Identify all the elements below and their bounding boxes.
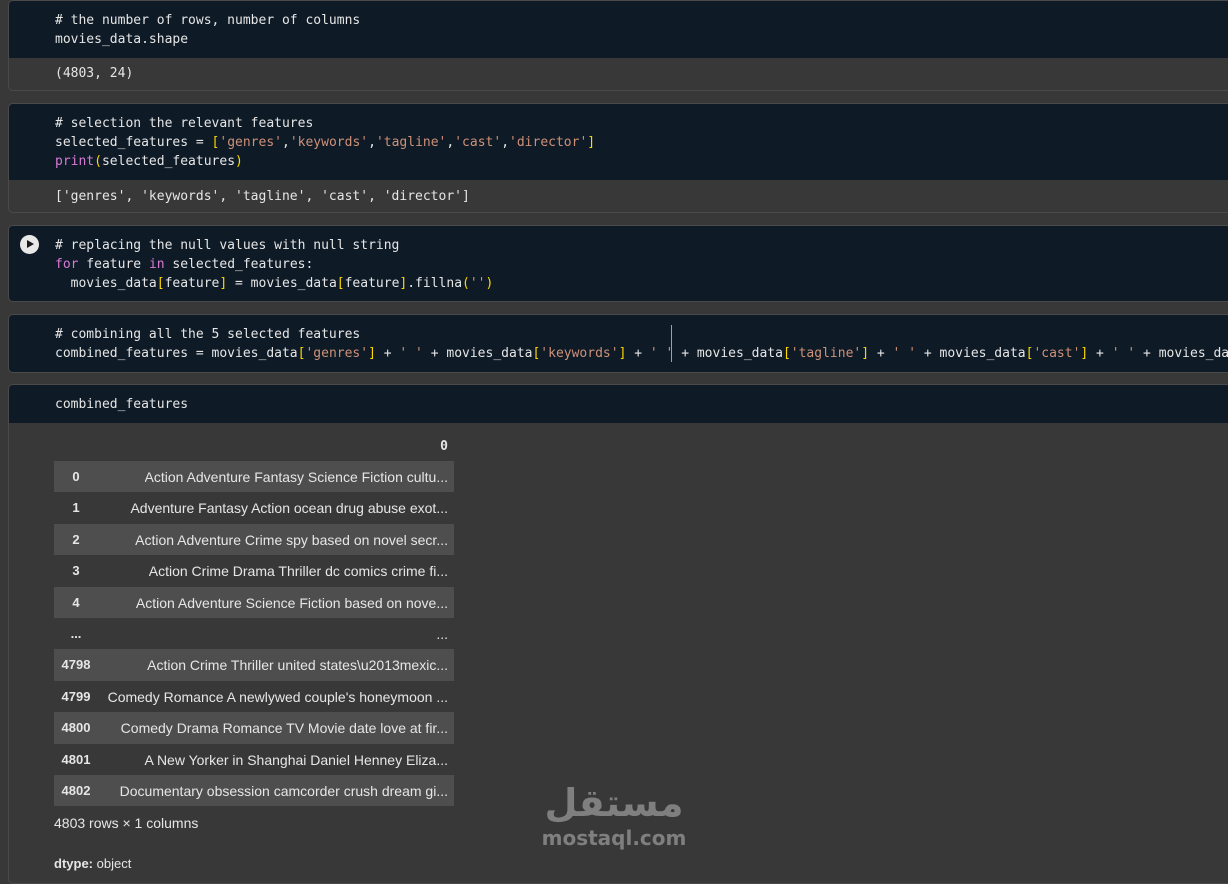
code-token: combined_features = movies_data <box>55 346 298 361</box>
row-value: Comedy Romance A newlywed couple's honey… <box>107 688 448 705</box>
table-row: 2 Action Adventure Crime spy based on nov… <box>54 523 454 556</box>
code-editor-1[interactable]: # the number of rows, number of columns … <box>9 1 1228 58</box>
row-value: Action Adventure Science Fiction based o… <box>135 594 448 611</box>
text-cursor <box>671 325 672 362</box>
table-header: 0 <box>54 430 454 461</box>
code-cell-4[interactable]: # combining all the 5 selected features … <box>8 314 1228 373</box>
code-token: feature <box>78 257 149 272</box>
code-line: movies_data.shape <box>55 32 189 47</box>
row-value: Action Crime Drama Thriller dc comics cr… <box>148 563 448 580</box>
code-editor-5[interactable]: combined_features <box>9 385 1228 423</box>
code-line-assign: selected_features = ['genres','keywords'… <box>55 135 596 150</box>
table-row: 3 Action Crime Drama Thriller dc comics c… <box>54 555 454 586</box>
code-line-for: for feature in selected_features: <box>55 255 313 274</box>
row-value: Action Adventure Fantasy Science Fiction… <box>144 469 449 485</box>
row-index: ... <box>70 625 82 641</box>
row-value: Action Adventure Crime spy based on nove… <box>135 531 448 548</box>
code-line-combine: combined_features = movies_data['genres'… <box>55 344 1228 363</box>
table-row: 4801 A New Yorker in Shanghai Daniel Henn… <box>54 744 454 775</box>
mostaql-watermark: مستقل mostaql.com <box>538 780 690 852</box>
code-string: 'director' <box>509 135 588 150</box>
code-comment: # the number of rows, number of columns <box>55 13 361 28</box>
code-cell-2[interactable]: # selection the relevant features select… <box>8 103 1228 213</box>
code-cell-1[interactable]: # the number of rows, number of columns … <box>8 0 1228 91</box>
code-string: ' ' <box>1111 346 1136 361</box>
code-token: selected_features <box>101 154 236 169</box>
code-string: 'tagline' <box>375 135 447 150</box>
code-token: movies_data <box>446 346 533 361</box>
code-string: 'genres' <box>305 346 369 361</box>
code-token: movies_data <box>939 346 1026 361</box>
table-row: 4802 Documentary obsession camcorder crus… <box>54 774 454 807</box>
dataframe-table: 0 0 Action Adventure Fantasy Science Fict… <box>54 430 454 807</box>
code-string: 'cast' <box>454 135 502 150</box>
code-token: movies_data <box>55 276 157 291</box>
row-index: 4798 <box>61 657 91 673</box>
row-value: Comedy Drama Romance TV Movie date love … <box>120 720 448 737</box>
code-token: feature <box>344 276 400 291</box>
cell-output: ['genres', 'keywords', 'tagline', 'cast'… <box>55 189 470 204</box>
row-index: 4 <box>72 594 80 610</box>
dtype-info: dtype: object <box>54 856 131 871</box>
dataframe-footer: 4803 rows × 1 columns <box>54 815 199 831</box>
code-token: movies_data <box>1158 346 1228 361</box>
watermark-latin: mostaql.com <box>541 826 687 850</box>
code-comment: # selection the relevant features <box>55 116 314 131</box>
code-string: '' <box>469 276 486 291</box>
cell-output: (4803, 24) <box>55 66 134 81</box>
code-keyword: for <box>55 257 79 272</box>
code-cell-3[interactable]: # replacing the null values with null st… <box>8 225 1228 302</box>
table-row: 0 Action Adventure Fantasy Science Fictio… <box>54 461 454 493</box>
code-function: print <box>55 154 95 169</box>
code-token: .fillna <box>407 276 463 291</box>
dtype-value: object <box>96 856 132 871</box>
row-index: 2 <box>72 531 80 547</box>
row-index: 3 <box>72 563 80 579</box>
code-string: 'cast' <box>1033 346 1081 361</box>
row-value: A New Yorker in Shanghai Daniel Henney E… <box>144 751 448 768</box>
code-string: 'genres' <box>219 135 282 150</box>
code-keyword: in <box>148 257 165 272</box>
column-header: 0 <box>440 439 448 454</box>
code-token: selected_features: <box>164 257 314 272</box>
row-index: 4801 <box>61 751 91 767</box>
code-string: ' ' <box>892 346 917 361</box>
code-string: 'tagline' <box>790 346 862 361</box>
code-string: 'keywords' <box>289 135 369 150</box>
code-token: movies_data <box>696 346 783 361</box>
code-editor-4[interactable]: # combining all the 5 selected features … <box>9 315 1228 372</box>
code-string: ' ' <box>399 346 423 361</box>
code-line: combined_features <box>55 397 189 412</box>
row-value: Adventure Fantasy Action ocean drug abus… <box>130 500 448 517</box>
table-row: 4799 Comedy Romance A newlywed couple's h… <box>54 681 454 712</box>
code-string: ' ' <box>649 346 674 361</box>
code-token: feature <box>164 276 220 291</box>
row-value: Documentary obsession camcorder crush dr… <box>119 782 448 799</box>
row-index: 4799 <box>61 688 91 704</box>
table-row: 4798 Action Crime Thriller united states\… <box>54 649 454 681</box>
table-row: 1 Adventure Fantasy Action ocean drug abu… <box>54 492 454 523</box>
table-row: 4800 Comedy Drama Romance TV Movie date l… <box>54 712 454 744</box>
code-editor-2[interactable]: # selection the relevant features select… <box>9 104 1228 180</box>
watermark-arabic: مستقل <box>544 781 684 825</box>
row-value: ... <box>436 625 448 642</box>
row-index: 0 <box>72 469 80 484</box>
table-row: ...... <box>54 618 454 649</box>
code-token: = movies_data <box>227 276 337 291</box>
row-index: 4802 <box>61 782 91 798</box>
table-row: 4 Action Adventure Science Fiction based … <box>54 586 454 618</box>
code-comment: # combining all the 5 selected features <box>55 327 361 342</box>
row-index: 4800 <box>61 720 91 736</box>
code-line-print: print(selected_features) <box>55 154 243 169</box>
code-editor-3[interactable]: # replacing the null values with null st… <box>9 226 1228 301</box>
row-value: Action Crime Thriller united states\u201… <box>147 657 448 674</box>
code-token: selected_features = <box>55 135 212 150</box>
play-circle-icon[interactable] <box>20 235 39 254</box>
code-line-body: movies_data[feature] = movies_data[featu… <box>55 276 494 291</box>
row-index: 1 <box>72 500 80 516</box>
code-comment: # replacing the null values with null st… <box>55 238 400 253</box>
code-string: 'keywords' <box>540 346 619 361</box>
dtype-label: dtype: <box>54 856 93 871</box>
